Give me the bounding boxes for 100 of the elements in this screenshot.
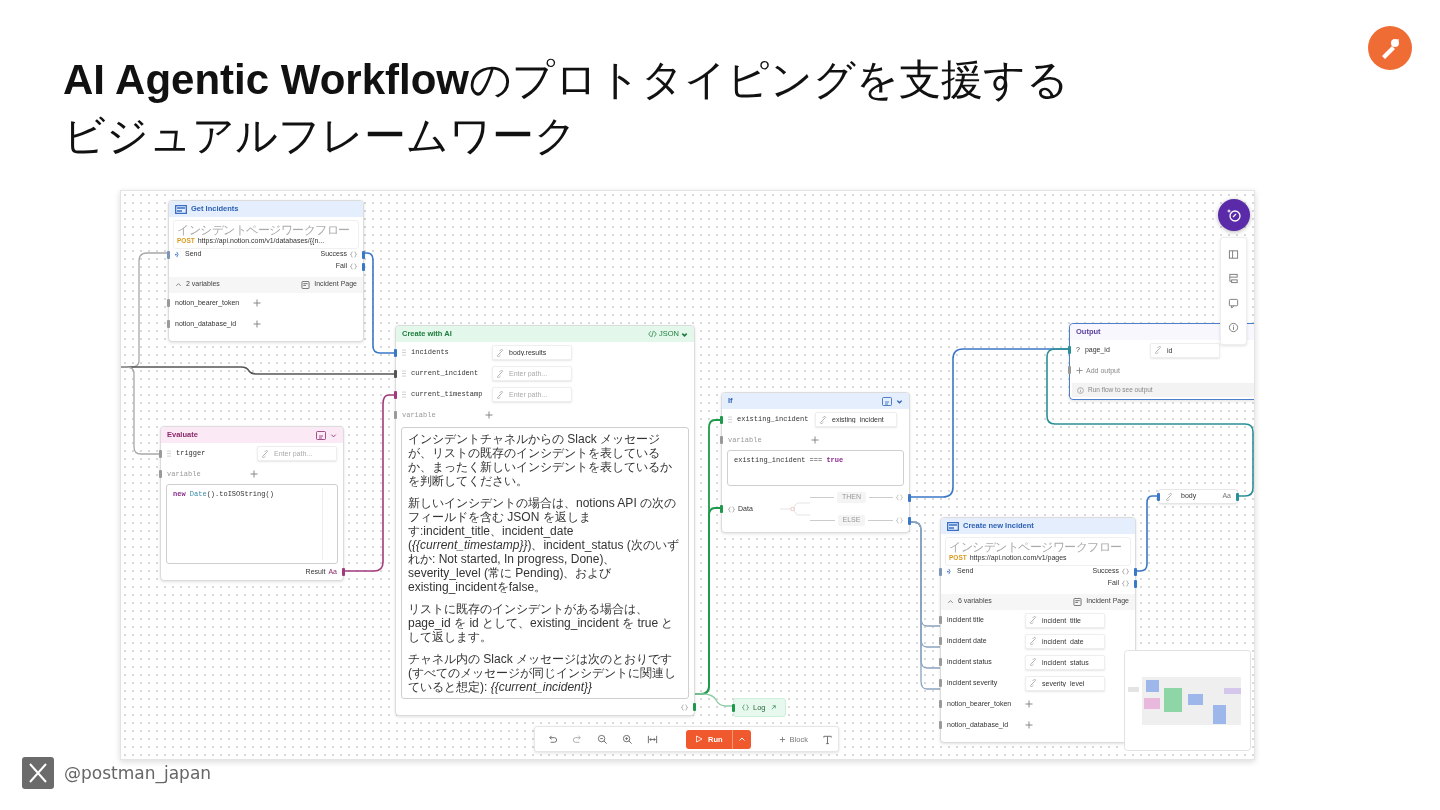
http-icon — [947, 521, 959, 531]
braces-icon — [681, 703, 688, 711]
expand-arrow-icon[interactable] — [769, 704, 777, 711]
prompt-paragraph: チャネル内の Slack メッセージは次のとおりです (すべてのメッセージが同じインシデントに関連していると想定): {{current_incident}} — [408, 652, 677, 694]
request-block[interactable] — [940, 517, 1136, 743]
signal-icon — [947, 568, 954, 576]
port-handle[interactable] — [939, 616, 942, 625]
port-handle[interactable] — [908, 516, 911, 525]
logo-icon — [1368, 26, 1412, 70]
slide-title: AI Agentic Workflowのプロトタイピングを支援する — [63, 55, 1069, 105]
ai-block[interactable] — [395, 325, 695, 716]
plus-icon[interactable] — [250, 470, 258, 478]
caret-down-icon — [330, 431, 337, 439]
chevron-up-icon — [737, 735, 746, 743]
undo-icon[interactable] — [547, 733, 558, 745]
caret-down-icon — [681, 330, 688, 338]
slide-title: ビジュアルフレームワーク — [63, 111, 578, 161]
port-handle[interactable] — [939, 700, 942, 709]
prompt-paragraph: インシデントチャネルからの Slack メッセージが、リストの既存のインシデントを表しているか、まったく新しいインシデントを表しているかを判断してください。 — [408, 432, 673, 488]
port-handle[interactable] — [720, 415, 723, 424]
plus-icon[interactable] — [1025, 700, 1033, 709]
script-icon[interactable] — [316, 430, 326, 440]
info-icon[interactable] — [1228, 322, 1239, 334]
zoom-out-icon[interactable] — [597, 733, 608, 745]
code-icon — [648, 330, 657, 338]
port-handle[interactable] — [159, 449, 162, 458]
plus-icon[interactable] — [811, 436, 819, 444]
redo-icon[interactable] — [572, 733, 583, 745]
port-handle[interactable] — [908, 493, 911, 502]
play-icon — [695, 735, 703, 743]
link-icon — [1029, 637, 1037, 646]
port-handle[interactable] — [693, 703, 696, 711]
panel-icon[interactable] — [1228, 248, 1239, 260]
link-icon — [1029, 658, 1037, 667]
braces-icon — [896, 517, 903, 524]
list-icon[interactable] — [1228, 273, 1239, 285]
link-icon — [496, 390, 504, 399]
prompt-paragraph: 新しいインシデントの場合は、notions API の次のフィールドを含む JSON を返します:incident_title、incident_date ({{current_timestamp}})、incident_status (次のいずれか: Not started, In progress, Done)、severity_level (常に Pending)、および existing_incidentをfalse。 — [408, 496, 680, 594]
port-handle[interactable] — [394, 369, 397, 378]
account-handle: @postman_japan — [64, 763, 212, 783]
braces-icon — [1122, 580, 1129, 588]
plus-icon[interactable] — [485, 411, 493, 419]
fit-width-icon[interactable] — [647, 733, 658, 745]
collection-icon — [301, 280, 311, 289]
port-handle[interactable] — [167, 299, 170, 308]
signal-icon — [175, 251, 182, 259]
text-tool-icon[interactable] — [821, 733, 833, 745]
port-handle[interactable] — [394, 411, 397, 419]
port-handle[interactable] — [342, 568, 345, 576]
prompt-paragraph: リストに既存のインシデントがある場合は、page_id を id として、existing_incident を true として返します。 — [408, 602, 675, 644]
link-icon — [496, 348, 504, 357]
port-handle[interactable] — [394, 390, 397, 399]
port-handle[interactable] — [167, 250, 170, 259]
port-handle[interactable] — [159, 470, 162, 478]
braces-icon — [742, 704, 749, 711]
sparkle-icon — [1226, 207, 1242, 223]
port-handle[interactable] — [167, 320, 170, 329]
link-icon — [1029, 679, 1037, 688]
port-handle[interactable] — [939, 637, 942, 646]
link-icon — [1153, 346, 1162, 354]
port-handle[interactable] — [720, 436, 723, 444]
port-handle[interactable] — [732, 703, 735, 712]
braces-icon — [350, 263, 357, 271]
braces-icon — [350, 251, 357, 259]
port-handle[interactable] — [1068, 366, 1071, 374]
port-handle[interactable] — [939, 679, 942, 688]
braces-icon — [1122, 568, 1129, 576]
port-handle[interactable] — [1236, 492, 1239, 501]
plus-icon[interactable] — [253, 320, 261, 329]
zoom-in-icon[interactable] — [622, 733, 633, 745]
port-handle[interactable] — [394, 348, 397, 357]
port-handle[interactable] — [939, 658, 942, 667]
block-subtitle: インシデントページワークフロー — [177, 223, 351, 237]
script-icon[interactable] — [882, 396, 892, 406]
run-options-button[interactable] — [731, 729, 751, 749]
caret-down-icon — [896, 397, 903, 405]
prompt-editor[interactable] — [401, 427, 689, 699]
port-handle[interactable] — [720, 505, 723, 513]
plus-icon — [1076, 366, 1083, 374]
link-icon — [819, 415, 827, 424]
port-handle[interactable] — [1157, 492, 1160, 501]
link-icon — [1165, 492, 1173, 501]
info-icon — [1077, 386, 1084, 394]
ai-assistant-button[interactable] — [1218, 199, 1250, 231]
logo-icon — [22, 757, 54, 789]
plus-icon[interactable] — [1025, 721, 1033, 730]
braces-icon — [896, 494, 903, 501]
port-handle[interactable] — [939, 567, 942, 576]
minimap[interactable] — [1124, 650, 1251, 751]
block-subtitle: インシデントページワークフロー — [949, 540, 1123, 554]
comment-icon[interactable] — [1228, 297, 1239, 309]
link-icon — [496, 369, 504, 378]
braces-icon — [728, 505, 735, 513]
port-handle[interactable] — [1068, 346, 1071, 354]
plus-icon — [778, 735, 786, 743]
link-icon — [261, 449, 269, 458]
collection-icon — [1073, 597, 1083, 606]
plus-icon[interactable] — [253, 299, 261, 308]
port-handle[interactable] — [939, 721, 942, 730]
http-icon — [175, 204, 187, 214]
